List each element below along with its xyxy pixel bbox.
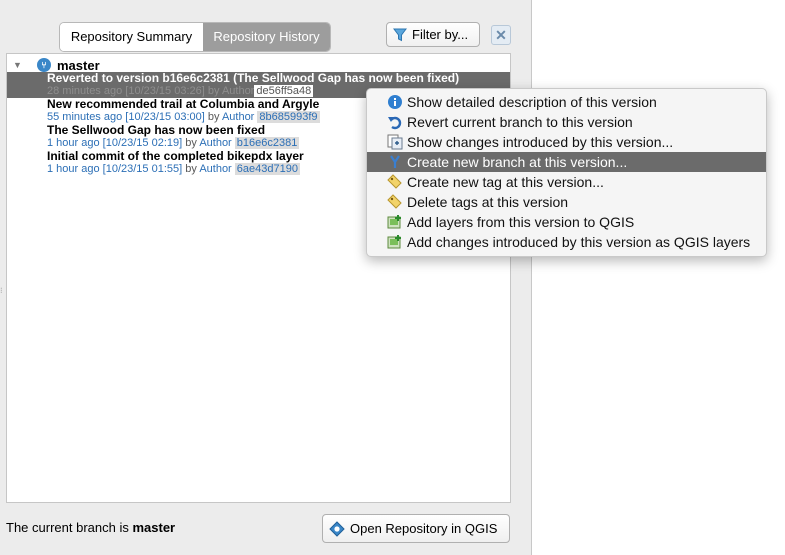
revert-icon bbox=[388, 116, 402, 130]
menu-item-label: Create new tag at this version... bbox=[407, 174, 604, 190]
menu-item-label: Add changes introduced by this version a… bbox=[407, 234, 751, 250]
add-layer-icon bbox=[387, 235, 401, 249]
view-tabs: Repository Summary Repository History bbox=[59, 22, 331, 52]
filter-icon bbox=[393, 28, 407, 41]
commit-author: Author bbox=[221, 111, 255, 123]
menu-item-label: Show detailed description of this versio… bbox=[407, 94, 657, 110]
commit-hash: b16e6c2381 bbox=[234, 137, 300, 149]
menu-item-revert-branch[interactable]: Revert current branch to this version bbox=[367, 112, 766, 132]
menu-item-label: Delete tags at this version bbox=[407, 194, 569, 210]
commit-context-menu: Show detailed description of this versio… bbox=[366, 88, 767, 257]
add-layer-icon bbox=[387, 215, 401, 229]
open-repository-button[interactable]: Open Repository in QGIS bbox=[322, 514, 510, 543]
close-icon: ✕ bbox=[495, 26, 507, 43]
expand-arrow-icon[interactable]: ▼ bbox=[13, 60, 23, 70]
commit-time: 55 minutes ago [10/23/15 03:00] bbox=[47, 111, 205, 123]
diff-icon bbox=[387, 134, 403, 150]
commit-hash: 6ae43d7190 bbox=[234, 163, 300, 175]
commit-message: Initial commit of the completed bikepdx … bbox=[47, 149, 304, 163]
tag-delete-icon bbox=[387, 194, 402, 209]
branch-icon: ⑂ bbox=[37, 58, 51, 72]
commit-hash: 8b685993f9 bbox=[257, 111, 320, 123]
splitter-grip-icon[interactable]: ⁝ bbox=[0, 286, 3, 295]
commit-meta: 1 hour ago [10/23/15 01:55] by Author 6a… bbox=[47, 163, 300, 176]
commit-author: Author bbox=[199, 137, 232, 149]
commit-author: Author bbox=[199, 163, 232, 175]
commit-message: New recommended trail at Columbia and Ar… bbox=[47, 97, 320, 111]
commit-hash: de56ff5a48 bbox=[254, 85, 314, 97]
info-icon bbox=[388, 95, 402, 109]
commit-message: Reverted to version b16e6c2381 (The Sell… bbox=[47, 71, 460, 85]
commit-by: by bbox=[207, 85, 220, 97]
qgis-icon bbox=[329, 520, 345, 537]
commit-time: 1 hour ago [10/23/15 02:19] bbox=[47, 137, 183, 149]
history-panel: ⁝ Repository Summary Repository History … bbox=[0, 0, 532, 555]
tab-repository-summary[interactable]: Repository Summary bbox=[60, 23, 203, 51]
commit-time: 1 hour ago [10/23/15 01:55] bbox=[47, 163, 183, 175]
menu-item-create-branch[interactable]: Create new branch at this version... bbox=[367, 152, 766, 172]
tag-icon bbox=[387, 174, 402, 189]
commit-by: by bbox=[185, 163, 197, 175]
menu-item-label: Revert current branch to this version bbox=[407, 114, 633, 130]
clear-filter-button[interactable]: ✕ bbox=[491, 25, 511, 45]
filter-button[interactable]: Filter by... bbox=[386, 22, 480, 47]
menu-item-show-changes[interactable]: Show changes introduced by this version.… bbox=[367, 132, 766, 152]
commit-by: by bbox=[207, 111, 220, 123]
menu-item-delete-tags[interactable]: Delete tags at this version bbox=[367, 192, 766, 212]
filter-button-label: Filter by... bbox=[412, 27, 469, 42]
menu-item-add-layers[interactable]: Add layers from this version to QGIS bbox=[367, 212, 766, 232]
current-branch-status: The current branch is master bbox=[6, 520, 175, 535]
branch-icon bbox=[390, 155, 400, 168]
menu-item-create-tag[interactable]: Create new tag at this version... bbox=[367, 172, 766, 192]
menu-item-label: Create new branch at this version... bbox=[407, 154, 628, 170]
open-repository-label: Open Repository in QGIS bbox=[350, 521, 498, 536]
status-branch: master bbox=[132, 520, 176, 535]
menu-item-show-description[interactable]: Show detailed description of this versio… bbox=[367, 92, 766, 112]
commit-by: by bbox=[185, 137, 197, 149]
commit-author: Author bbox=[221, 85, 255, 97]
commit-message: The Sellwood Gap has now been fixed bbox=[47, 123, 266, 137]
menu-item-add-changes-layers[interactable]: Add changes introduced by this version a… bbox=[367, 232, 766, 252]
menu-item-label: Add layers from this version to QGIS bbox=[407, 214, 635, 230]
tab-repository-history[interactable]: Repository History bbox=[203, 23, 330, 51]
commit-time: 28 minutes ago [10/23/15 03:26] bbox=[47, 85, 205, 97]
status-prefix: The current branch is bbox=[6, 520, 129, 535]
menu-item-label: Show changes introduced by this version.… bbox=[407, 134, 674, 150]
